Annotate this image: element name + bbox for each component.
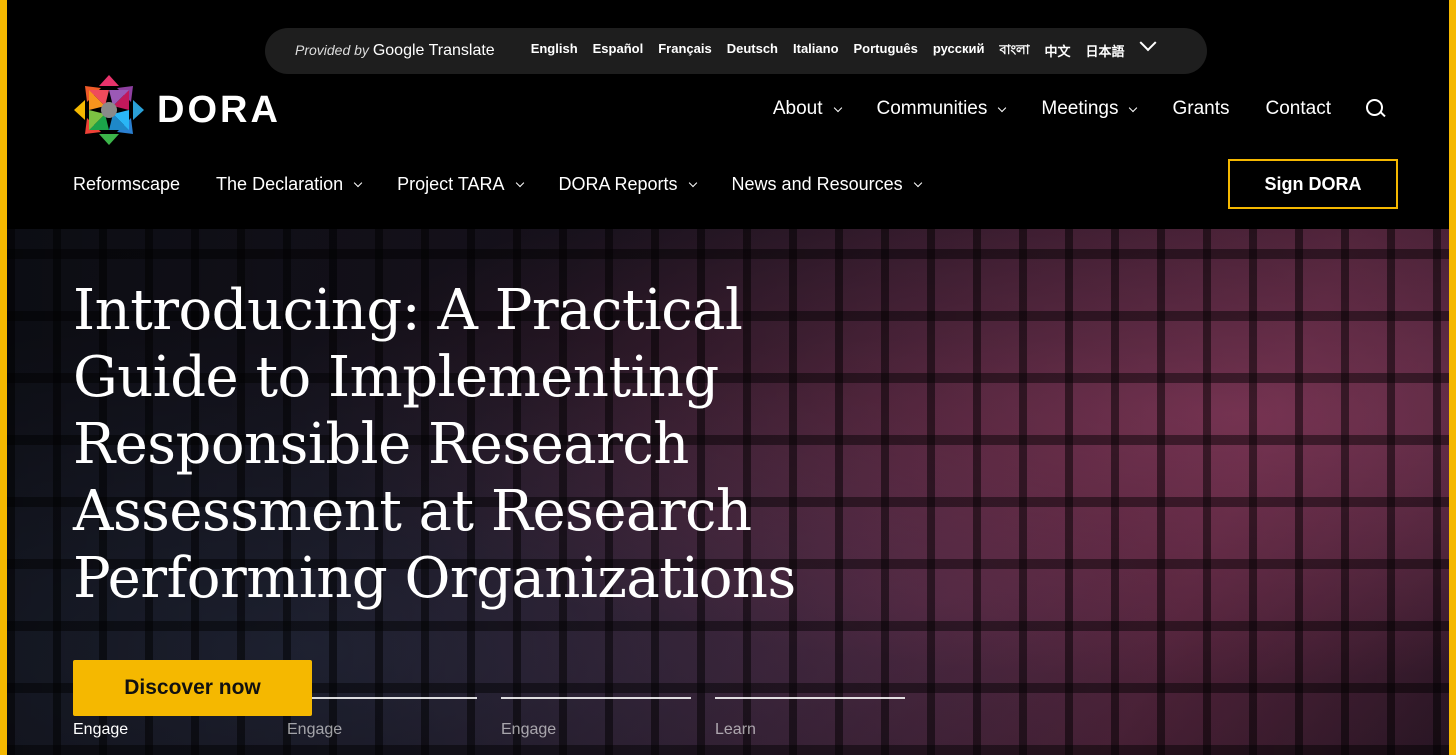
nav-communities-label: Communities — [876, 98, 988, 119]
slide-label: Engage — [73, 721, 129, 738]
lang-bengali[interactable]: বাংলা — [999, 41, 1029, 62]
slide-label: Engage — [287, 721, 343, 738]
chevron-down-icon — [515, 178, 524, 188]
subnav-declaration[interactable]: The Declaration — [216, 174, 363, 195]
slide-label: Learn — [715, 721, 756, 738]
lang-espanol[interactable]: Español — [593, 41, 644, 62]
slide-progress-bar — [501, 697, 691, 699]
main-nav: About Communities Meetings Grants Contac… — [737, 98, 1387, 120]
chevron-down-icon — [833, 103, 842, 112]
subnav-dora-reports[interactable]: DORA Reports — [558, 174, 697, 195]
lang-francais[interactable]: Français — [658, 41, 711, 62]
nav-grants[interactable]: Grants — [1172, 98, 1229, 120]
chevron-down-icon — [998, 103, 1007, 112]
lang-italiano[interactable]: Italiano — [793, 41, 839, 62]
site-header: Provided by Google Translate English Esp… — [7, 0, 1449, 229]
lang-chinese[interactable]: 中文 — [1045, 41, 1071, 62]
slide-tab-4[interactable]: Learn — [715, 696, 905, 739]
subnav-project-tara-label: Project TARA — [397, 174, 505, 194]
hero-banner: Introducing: A Practical Guide to Implem… — [7, 229, 1449, 755]
logo-wordmark: DORA — [157, 88, 281, 131]
lang-english[interactable]: English — [531, 41, 578, 62]
page-frame: Provided by Google Translate English Esp… — [0, 0, 1456, 755]
slide-progress-bar — [287, 697, 477, 699]
chevron-down-icon — [353, 178, 363, 188]
hero-title: Introducing: A Practical Guide to Implem… — [73, 278, 796, 611]
slide-label: Engage — [501, 721, 557, 738]
lang-deutsch[interactable]: Deutsch — [727, 41, 778, 62]
language-list: English Español Français Deutsch Italian… — [531, 33, 1157, 62]
subnav-news-resources-label: News and Resources — [731, 174, 903, 194]
slide-progress-bar — [715, 697, 905, 699]
discover-now-button[interactable]: Discover now — [73, 660, 312, 716]
nav-contact-label: Contact — [1265, 98, 1331, 119]
subnav-project-tara[interactable]: Project TARA — [397, 174, 524, 195]
dora-logo[interactable]: DORA — [73, 74, 281, 146]
nav-meetings[interactable]: Meetings — [1041, 98, 1138, 120]
translate-bar: Provided by Google Translate English Esp… — [265, 28, 1207, 74]
nav-about-label: About — [772, 98, 823, 119]
subnav-dora-reports-label: DORA Reports — [558, 174, 678, 194]
chevron-down-icon — [913, 178, 922, 188]
provided-by-label: Provided by Google Translate — [295, 42, 495, 59]
chevron-down-icon — [1129, 103, 1138, 112]
nav-contact[interactable]: Contact — [1266, 98, 1331, 120]
chevron-down-icon[interactable] — [1139, 33, 1157, 51]
sub-nav: Reformscape The Declaration Project TARA… — [73, 174, 957, 195]
lang-russian[interactable]: русский — [933, 41, 985, 62]
slide-tab-3[interactable]: Engage — [501, 696, 691, 739]
subnav-news-resources[interactable]: News and Resources — [731, 174, 922, 195]
subnav-reformscape[interactable]: Reformscape — [73, 174, 180, 195]
nav-meetings-label: Meetings — [1041, 98, 1119, 119]
lang-japanese[interactable]: 日本語 — [1086, 41, 1125, 62]
slide-tab-2[interactable]: Engage — [287, 696, 477, 739]
nav-about[interactable]: About — [772, 98, 842, 120]
search-icon[interactable] — [1365, 98, 1387, 120]
nav-communities[interactable]: Communities — [876, 98, 1007, 120]
lang-portugues[interactable]: Português — [854, 41, 918, 62]
subnav-declaration-label: The Declaration — [216, 174, 344, 194]
sign-dora-button[interactable]: Sign DORA — [1228, 159, 1398, 209]
subnav-reformscape-label: Reformscape — [73, 174, 181, 194]
dora-star-icon — [74, 75, 144, 145]
chevron-down-icon — [688, 178, 697, 188]
nav-grants-label: Grants — [1172, 98, 1230, 119]
